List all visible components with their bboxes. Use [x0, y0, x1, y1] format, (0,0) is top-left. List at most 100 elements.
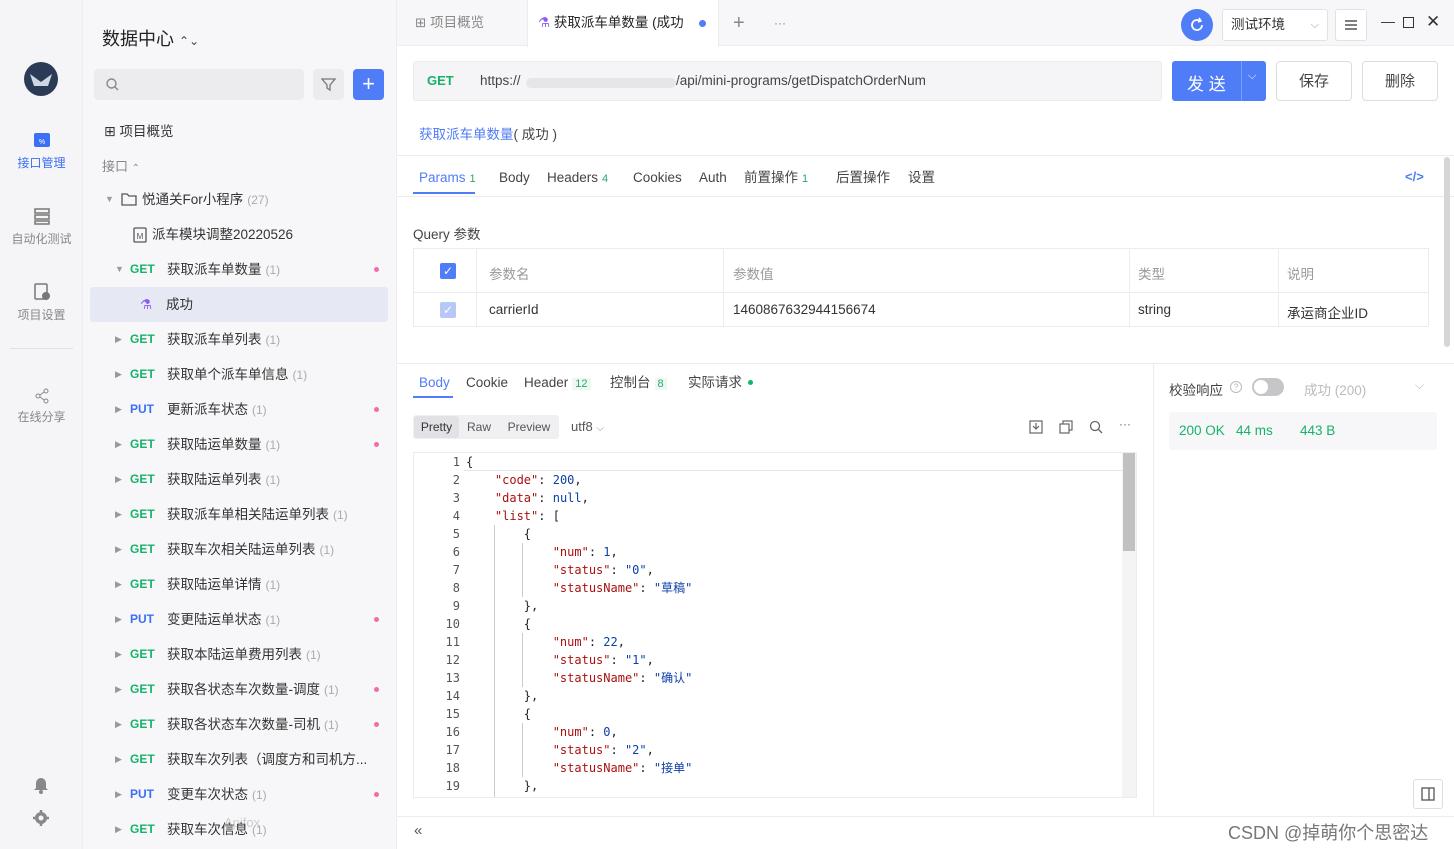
code-icon[interactable]: </>: [1405, 169, 1424, 184]
param-tab[interactable]: Body: [499, 163, 530, 193]
line-number: 19: [445, 779, 460, 793]
param-tab[interactable]: 前置操作 1: [744, 163, 808, 193]
sidebar-endpoint[interactable]: ▶ GET 获取各状态车次数量-调度 (1): [83, 672, 397, 707]
select-all-checkbox[interactable]: ✓: [440, 263, 456, 279]
more-tabs-button[interactable]: ···: [774, 0, 786, 46]
validate-status[interactable]: 成功 (200): [1304, 379, 1366, 399]
view-preview[interactable]: Preview: [501, 416, 557, 438]
help-icon[interactable]: ?: [1230, 381, 1242, 393]
layout-toggle-button[interactable]: [1413, 779, 1443, 809]
validate-toggle[interactable]: [1252, 378, 1284, 396]
more-icon[interactable]: ···: [1119, 417, 1131, 431]
project-switcher[interactable]: 数据中心 ⌃⌄: [102, 25, 199, 51]
code-line: "statusName": "确认": [552, 671, 693, 685]
panel-icon: [1421, 787, 1435, 801]
method-select[interactable]: GET: [427, 73, 454, 88]
param-tab[interactable]: 设置: [908, 163, 935, 193]
response-tab[interactable]: Cookie: [466, 369, 508, 397]
query-title: Query 参数: [413, 227, 481, 242]
scrollbar-thumb[interactable]: [1123, 453, 1135, 551]
tab-overview[interactable]: ⊞ 项目概览: [415, 0, 484, 46]
sidebar-endpoint[interactable]: ▶ GET 获取车次相关陆运单列表 (1): [83, 532, 397, 567]
sidebar-endpoint[interactable]: ▶ GET 获取派车单列表 (1): [83, 322, 397, 357]
doc-row[interactable]: M 派车模块调整20220526: [83, 217, 397, 252]
endpoint-count: (1): [265, 263, 281, 277]
scrollbar[interactable]: [1444, 157, 1450, 347]
delete-button[interactable]: 删除: [1362, 61, 1438, 101]
param-type[interactable]: string: [1138, 302, 1171, 317]
search-input[interactable]: [94, 69, 304, 100]
sidebar-endpoint[interactable]: ▶ PUT 更新派车状态 (1): [83, 392, 397, 427]
sidebar-endpoint[interactable]: ▼ GET 获取派车单数量 (1): [83, 252, 397, 287]
tab-active[interactable]: ⚗ 获取派车单数量 (成功: [527, 0, 719, 47]
code-line: "status": "2",: [552, 743, 654, 757]
divider: [1241, 61, 1242, 101]
sidebar-endpoint[interactable]: ▶ GET 获取各状态车次数量-司机 (1): [83, 707, 397, 742]
param-name[interactable]: carrierId: [489, 302, 539, 317]
bell-icon[interactable]: [33, 776, 49, 794]
param-tab[interactable]: Params 1: [419, 163, 476, 193]
close-button[interactable]: ✕: [1426, 12, 1440, 32]
rail-item-autotest[interactable]: 自动化测试: [0, 206, 83, 247]
sidebar-item-overview[interactable]: ⊞ 项目概览: [104, 120, 174, 140]
section-header[interactable]: 接口 ⌃: [102, 156, 140, 175]
response-tab[interactable]: 实际请求: [688, 369, 742, 397]
encoding-select[interactable]: utf8 ⌵: [571, 419, 604, 434]
rail-item-api[interactable]: % 接口管理: [0, 130, 83, 171]
menu-button[interactable]: [1335, 9, 1367, 41]
endpoint-count: (1): [265, 578, 281, 592]
view-pretty[interactable]: Pretty: [414, 416, 459, 438]
avatar[interactable]: [24, 62, 58, 96]
endpoint-name: 获取单个派车单信息: [167, 367, 289, 382]
copy-icon[interactable]: [1059, 420, 1073, 434]
sidebar-endpoint[interactable]: ▶ GET 获取陆运单数量 (1): [83, 427, 397, 462]
caret-right-icon: ▶: [115, 684, 122, 694]
sidebar-example-selected[interactable]: ⚗ 成功: [90, 287, 388, 322]
sidebar-endpoint[interactable]: ▶ GET 获取车次信息 (1): [83, 812, 397, 847]
sidebar-endpoint[interactable]: ▶ GET 获取陆运单列表 (1): [83, 462, 397, 497]
rail-item-settings[interactable]: 项目设置: [0, 282, 83, 323]
env-select[interactable]: 测试环境 ⌵: [1222, 9, 1328, 41]
param-tab[interactable]: Headers 4: [547, 163, 608, 193]
chevron-down-icon[interactable]: ⌵: [1415, 378, 1424, 393]
sidebar-endpoint[interactable]: ▶ GET 获取本陆运单费用列表 (1): [83, 637, 397, 672]
add-button[interactable]: +: [353, 69, 384, 100]
collapse-sidebar-icon[interactable]: «: [414, 822, 422, 839]
response-tab[interactable]: Header 12: [524, 369, 591, 397]
minimize-button[interactable]: —: [1381, 13, 1395, 29]
modified-dot: [374, 687, 379, 692]
filter-button[interactable]: [313, 69, 344, 100]
sidebar-endpoint[interactable]: ▶ GET 获取陆运单详情 (1): [83, 567, 397, 602]
sidebar-endpoint[interactable]: ▶ PUT 变更车次状态 (1): [83, 777, 397, 812]
param-tab[interactable]: Auth: [699, 163, 727, 193]
line-number: 14: [445, 689, 460, 703]
save-button[interactable]: 保存: [1276, 61, 1352, 101]
status-dot: [748, 380, 753, 385]
sidebar-endpoint[interactable]: ▶ GET 获取车次列表（调度方和司机方...: [83, 742, 397, 777]
rail-item-share[interactable]: 在线分享: [0, 388, 83, 425]
gear-icon[interactable]: [32, 809, 50, 827]
response-tab[interactable]: Body: [419, 369, 450, 397]
folder-row[interactable]: ▼ 悦通关For小程序 (27): [83, 182, 397, 217]
sidebar-endpoint[interactable]: ▶ GET 获取派车单相关陆运单列表 (1): [83, 497, 397, 532]
search-icon[interactable]: [1089, 420, 1103, 434]
caret-right-icon: ▶: [115, 719, 122, 729]
param-tab[interactable]: 后置操作: [836, 163, 890, 193]
code-line: "status": "0",: [552, 563, 654, 577]
param-value[interactable]: 1460867632944156674: [733, 302, 876, 317]
breadcrumb-name[interactable]: 获取派车单数量: [419, 127, 514, 142]
sidebar-endpoint[interactable]: ▶ GET 获取单个派车单信息 (1): [83, 357, 397, 392]
maximize-button[interactable]: [1403, 17, 1414, 28]
response-tab[interactable]: 控制台 8: [610, 369, 667, 397]
sidebar-endpoint[interactable]: ▶ PUT 变更陆运单状态 (1): [83, 602, 397, 637]
add-tab-button[interactable]: +: [733, 0, 745, 46]
url-bar[interactable]: GET https:// /api/mini-programs/getDispa…: [413, 61, 1162, 101]
view-raw[interactable]: Raw: [463, 416, 495, 438]
param-desc[interactable]: 承运商企业ID: [1287, 302, 1368, 322]
row-checkbox[interactable]: ✓: [440, 302, 456, 318]
code-editor[interactable]: 1 {2 "code": 200, 3 "data": null, 4 "list":…: [413, 452, 1137, 798]
param-tab[interactable]: Cookies: [633, 163, 682, 193]
refresh-button[interactable]: [1181, 9, 1213, 41]
send-button[interactable]: 发 送 ⌵: [1172, 61, 1266, 101]
download-icon[interactable]: [1029, 420, 1043, 434]
